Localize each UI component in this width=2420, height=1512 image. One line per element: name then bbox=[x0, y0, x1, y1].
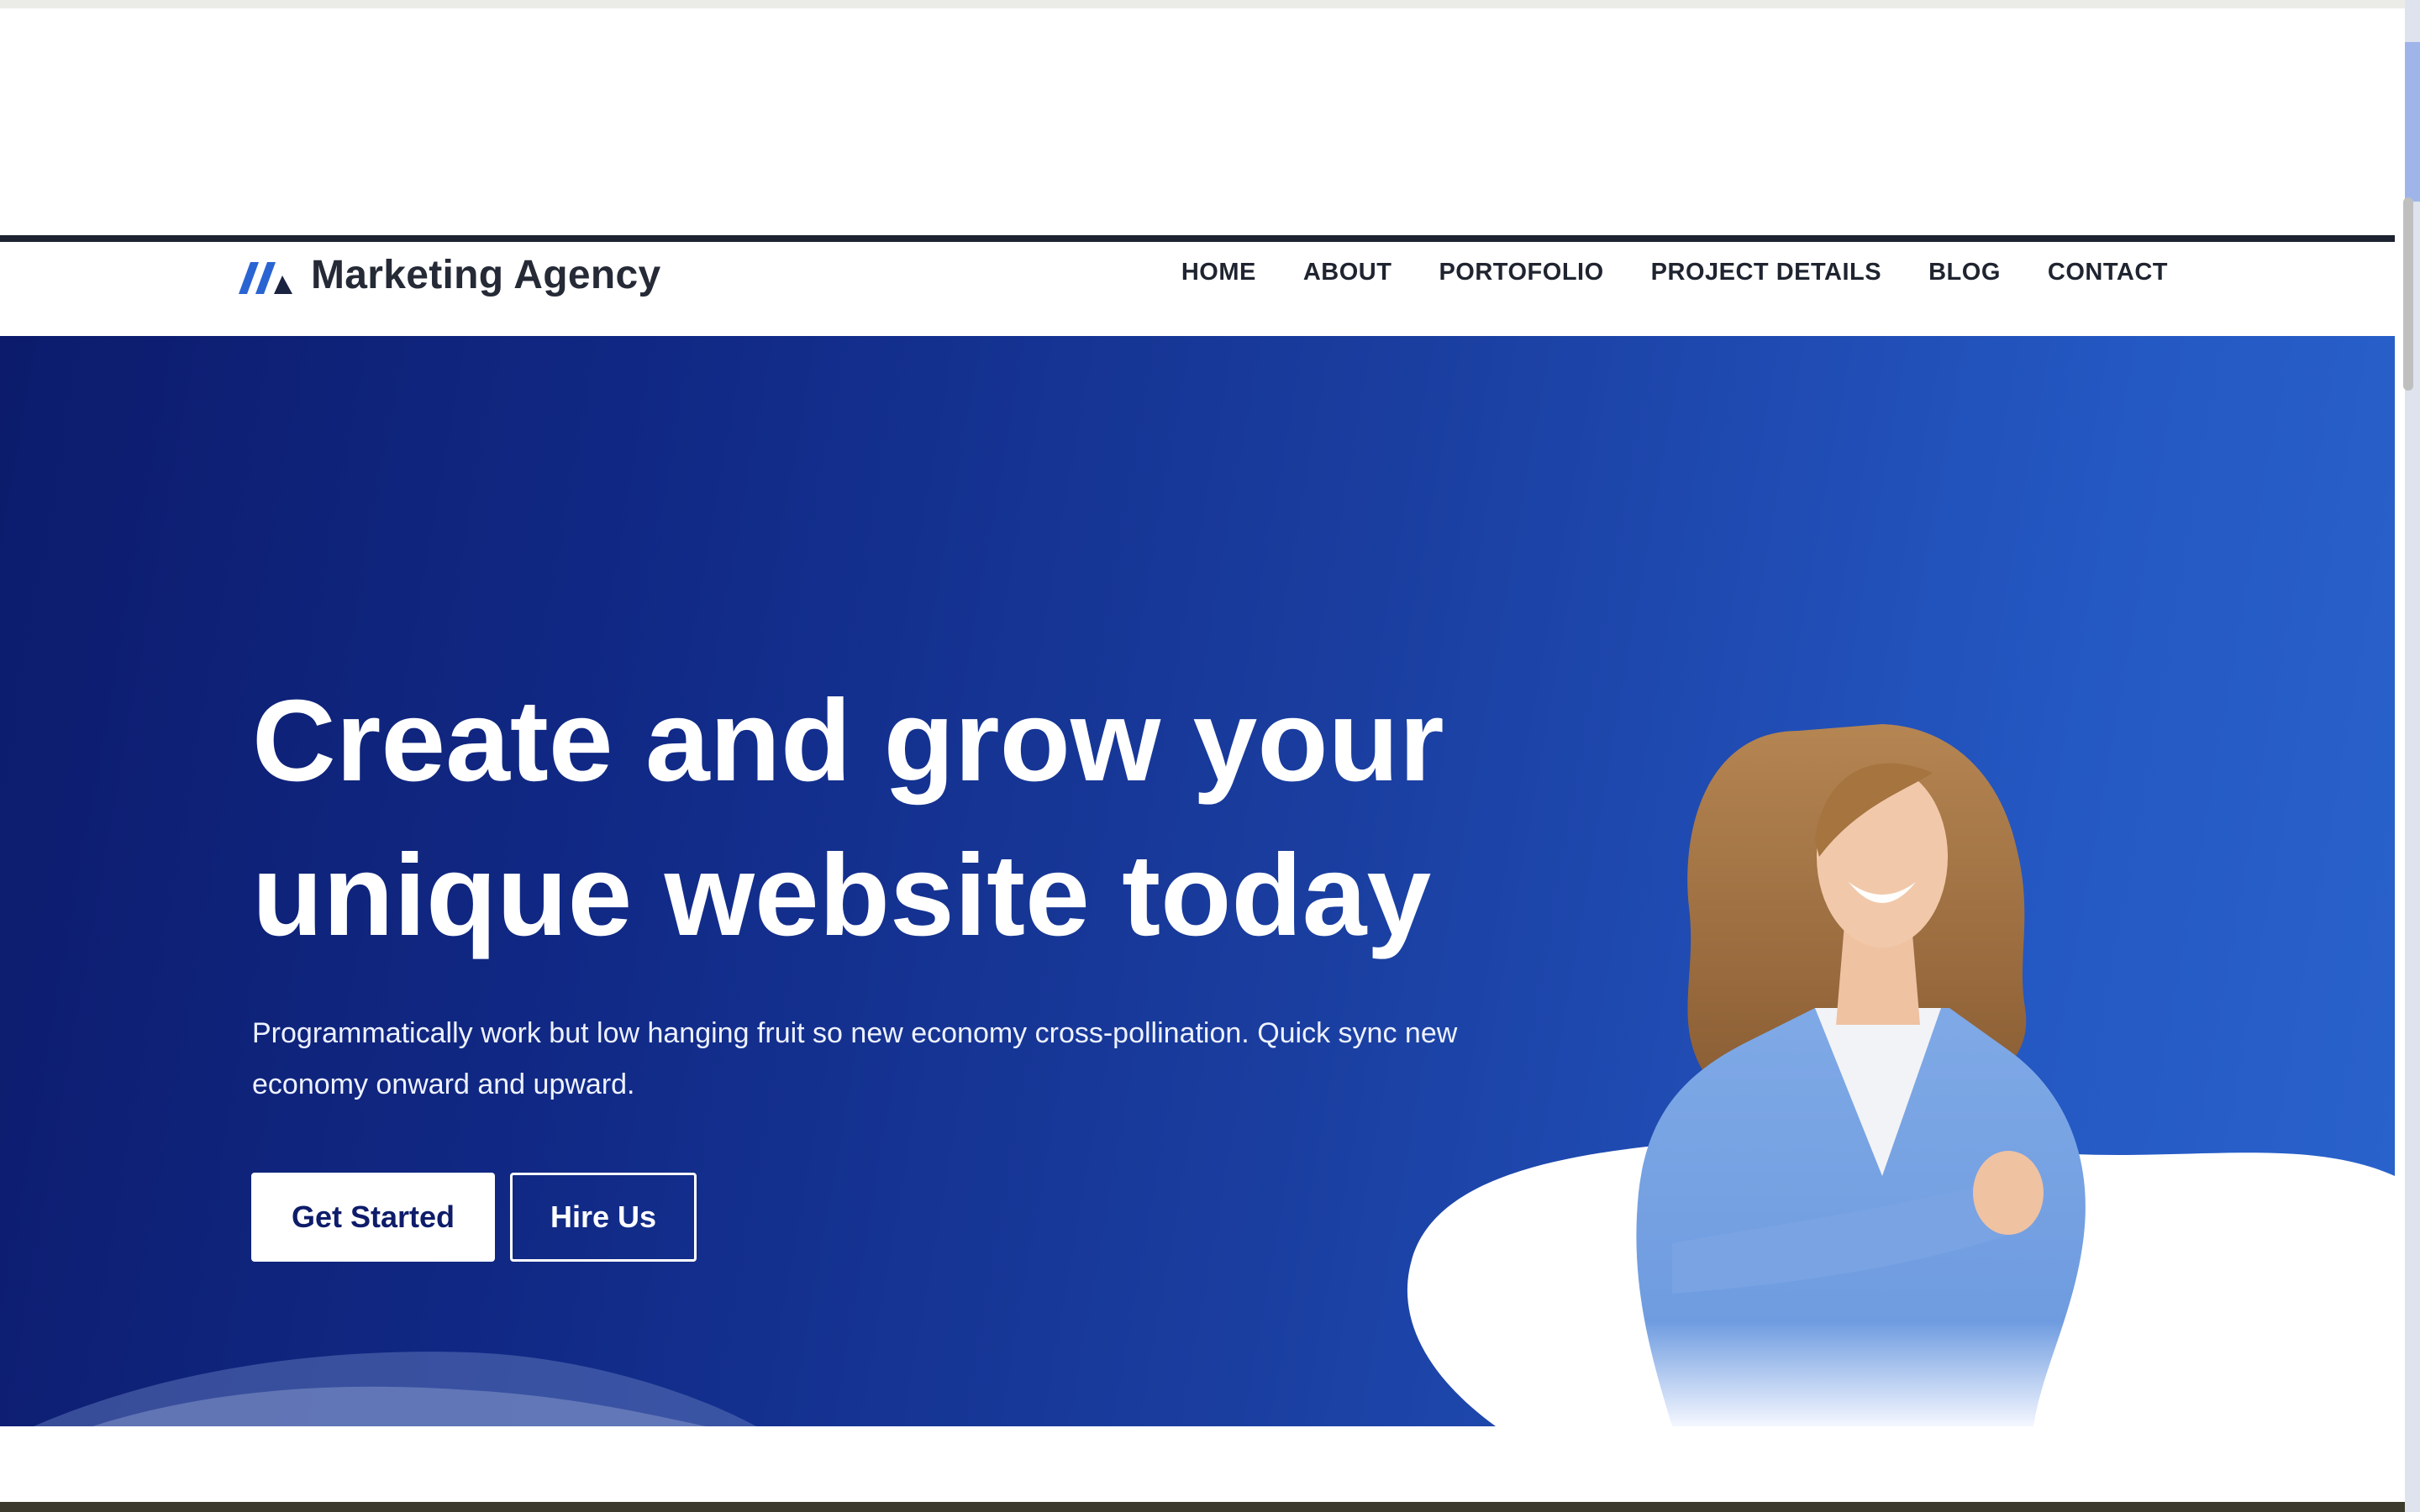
nav-blog[interactable]: BLOG bbox=[1928, 259, 2001, 286]
hero-section: Create and grow your unique website toda… bbox=[0, 336, 2395, 1426]
next-section-edge bbox=[0, 1426, 2405, 1502]
stripes-logo-icon bbox=[239, 261, 292, 294]
hero-title: Create and grow your unique website toda… bbox=[252, 664, 1597, 973]
nav-home[interactable]: HOME bbox=[1181, 259, 1256, 286]
browser-viewport: Marketing Agency HOME ABOUT PORTOFOLIO P… bbox=[0, 8, 2405, 1502]
nav-about[interactable]: ABOUT bbox=[1303, 259, 1392, 286]
main-nav: HOME ABOUT PORTOFOLIO PROJECT DETAILS BL… bbox=[1181, 259, 2168, 286]
os-top-bar bbox=[0, 0, 2420, 8]
brand-name: Marketing Agency bbox=[311, 253, 661, 297]
site-header: Marketing Agency HOME ABOUT PORTOFOLIO P… bbox=[0, 242, 2395, 336]
hire-us-button[interactable]: Hire Us bbox=[510, 1173, 697, 1262]
nav-project-details[interactable]: PROJECT DETAILS bbox=[1651, 259, 1881, 286]
top-divider bbox=[0, 235, 2395, 242]
get-started-button[interactable]: Get Started bbox=[251, 1173, 495, 1262]
brand-logo[interactable]: Marketing Agency bbox=[239, 252, 660, 298]
hero-title-line1: Create and grow your bbox=[252, 676, 1444, 806]
nav-contact[interactable]: CONTACT bbox=[2048, 259, 2168, 286]
hero-subtitle: Programmatically work but low hanging fr… bbox=[252, 1017, 1458, 1100]
woman-portrait-image bbox=[1636, 724, 2086, 1426]
hero-title-line2: unique website today bbox=[252, 831, 1432, 960]
page-scrollbar[interactable] bbox=[2403, 197, 2413, 391]
nav-portfolio[interactable]: PORTOFOLIO bbox=[1439, 259, 1603, 286]
